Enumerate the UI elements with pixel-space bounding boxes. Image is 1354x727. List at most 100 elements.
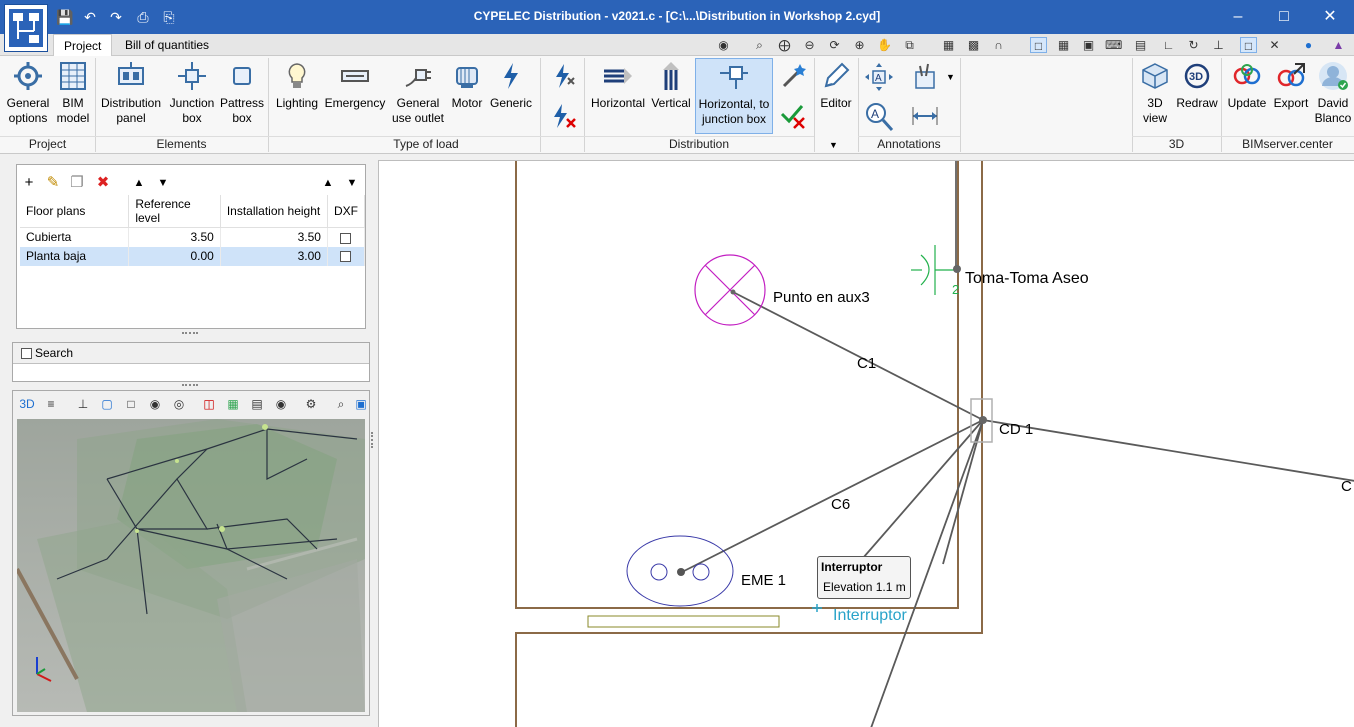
angle-icon[interactable]: ∟ (1160, 37, 1177, 53)
close-button[interactable]: ✕ (1307, 4, 1353, 30)
search-input[interactable] (13, 363, 369, 381)
lighting-button[interactable]: Lighting (272, 58, 322, 134)
editor-button[interactable]: Editor (818, 58, 854, 134)
dxf-checkbox[interactable] (340, 251, 352, 263)
annotation-dropdown-chevron-icon[interactable]: ▼ (946, 72, 955, 82)
table-row[interactable]: Planta baja 0.00 3.00 (20, 246, 366, 266)
vertical-splitter-handle[interactable] (371, 432, 375, 448)
move-up-icon[interactable]: ▲ (129, 173, 149, 193)
delete-icon[interactable]: ✖ (93, 173, 113, 193)
update-button[interactable]: Update (1225, 58, 1269, 134)
fit-view-icon[interactable]: ⧉ (901, 37, 918, 53)
delete-load-icon[interactable] (550, 102, 578, 130)
binoculars-icon[interactable]: ◉ (715, 37, 732, 53)
keyboard-icon[interactable]: ⌨ (1105, 37, 1122, 53)
column-header[interactable]: Installation height (220, 195, 328, 228)
column-header[interactable]: Reference level (128, 195, 221, 228)
magnet-snap-icon[interactable]: ∩ (990, 37, 1007, 53)
tab-bill-of-quantities[interactable]: Bill of quantities (115, 34, 219, 56)
zoom-previous-icon[interactable]: ⟳ (826, 37, 843, 53)
move-down-icon[interactable]: ▼ (153, 173, 173, 193)
zoom-window-icon[interactable]: ⌕ (751, 37, 768, 53)
magic-wand-icon[interactable] (780, 62, 808, 90)
junction-box-button[interactable]: Junction box (166, 58, 218, 134)
user-account-button[interactable]: David Blanco (1313, 58, 1353, 134)
editor-dropdown-chevron-icon[interactable]: ▼ (829, 140, 838, 150)
table-row[interactable]: Cubierta 3.50 3.50 (20, 227, 366, 247)
installation-height-cell[interactable]: 3.50 (220, 227, 328, 247)
wireframe-icon[interactable]: □ (121, 395, 141, 413)
section-icon[interactable]: ◫ (199, 395, 219, 413)
zoom-in-icon[interactable]: ⊕ (851, 37, 868, 53)
dxf-checkbox[interactable] (340, 232, 352, 244)
grid-icon[interactable]: ▦ (1055, 37, 1072, 53)
general-use-outlet-button[interactable]: General use outlet (390, 58, 446, 134)
edit-pencil-icon[interactable]: ✎ (43, 173, 63, 193)
3d-view-button[interactable]: 3D view (1136, 58, 1174, 134)
maximize-button[interactable]: □ (1261, 4, 1307, 30)
reference-level-cell[interactable]: 0.00 (128, 246, 221, 266)
motor-button[interactable]: Motor (448, 58, 486, 134)
zoom-3d-icon[interactable]: ⌕ (331, 395, 351, 413)
reference-level-cell[interactable]: 3.50 (128, 227, 221, 247)
scale-icon[interactable]: ▤ (1132, 37, 1149, 53)
ortho-icon[interactable]: ⊥ (1210, 37, 1227, 53)
search-checkbox[interactable] (21, 348, 32, 359)
dimension-icon[interactable] (910, 102, 940, 130)
floor-name-cell[interactable]: Planta baja (20, 246, 130, 266)
distribution-panel-button[interactable]: Distribution panel (99, 58, 163, 134)
floor-icon[interactable]: ▤ (247, 395, 267, 413)
redraw-button[interactable]: 3D Redraw (1176, 58, 1218, 134)
copy-icon[interactable]: ❐ (67, 173, 87, 193)
layers-icon[interactable]: ▩ (965, 37, 982, 53)
bim-model-button[interactable]: BIM model (54, 58, 92, 134)
pattress-box-button[interactable]: Pattress box (220, 58, 264, 134)
add-icon[interactable]: + (19, 173, 39, 193)
comments-icon[interactable]: □ (1240, 37, 1257, 53)
cype-logo[interactable] (4, 4, 48, 52)
zoom-out-icon[interactable]: ⊖ (801, 37, 818, 53)
text-search-icon[interactable]: A (864, 100, 894, 132)
tab-project[interactable]: Project (53, 34, 113, 57)
3d-viewport[interactable] (17, 419, 365, 712)
fit-3d-icon[interactable]: ▣ (351, 395, 371, 413)
minimize-button[interactable]: – (1215, 4, 1261, 30)
column-header[interactable]: DXF (327, 195, 366, 228)
luminaire-symbol[interactable] (694, 254, 766, 326)
horizontal-to-junction-box-button[interactable]: Horizontal, to junction box (695, 58, 773, 134)
scroll-up-icon[interactable]: ▲ (318, 173, 338, 193)
dxf-import-icon[interactable]: ▦ (940, 37, 957, 53)
visibility-eye-icon[interactable]: ◉ (271, 395, 291, 413)
outlet-symbol[interactable] (911, 245, 956, 295)
floor-name-cell[interactable]: Cubierta (20, 227, 130, 247)
splitter-handle[interactable] (182, 332, 198, 338)
tools-icon[interactable]: ✕ (1266, 37, 1283, 53)
pan-hand-icon[interactable]: ✋ (876, 37, 893, 53)
object-snap-icon[interactable]: ▣ (1080, 37, 1097, 53)
horizontal-button[interactable]: Horizontal (588, 58, 648, 134)
orbit-icon[interactable]: ◎ (169, 395, 189, 413)
vertical-button[interactable]: Vertical (650, 58, 692, 134)
switch-symbol[interactable] (812, 604, 822, 612)
general-options-button[interactable]: General options (4, 58, 52, 134)
shading-icon[interactable]: ◉ (145, 395, 165, 413)
annotation-style-icon[interactable] (910, 62, 940, 92)
assign-load-icon[interactable] (550, 62, 578, 90)
scroll-down-icon[interactable]: ▼ (342, 173, 362, 193)
move-text-icon[interactable]: A (864, 62, 894, 92)
3d-view-icon[interactable]: 3D (17, 395, 37, 413)
cube-view-icon[interactable]: ▢ (97, 395, 117, 413)
3d-settings-icon[interactable]: ⚙ (301, 395, 321, 413)
window-selection-icon[interactable]: □ (1030, 37, 1047, 53)
refresh-icon[interactable]: ↻ (1185, 37, 1202, 53)
layers-3d-icon[interactable]: ≡ (41, 395, 61, 413)
column-header[interactable]: Floor plans (20, 195, 130, 228)
zoom-all-icon[interactable]: ⨁ (776, 37, 793, 53)
clip-plane-icon[interactable]: ▦ (223, 395, 243, 413)
check-distribution-icon[interactable] (780, 102, 808, 130)
drawing-canvas[interactable]: Punto en aux3 Toma-Toma Aseo 2 C1 CD 1 C… (378, 160, 1354, 727)
emergency-button[interactable]: Emergency (324, 58, 386, 134)
installation-height-cell[interactable]: 3.00 (220, 246, 328, 266)
export-button[interactable]: Export (1271, 58, 1311, 134)
books-icon[interactable]: ▲ (1330, 37, 1347, 53)
